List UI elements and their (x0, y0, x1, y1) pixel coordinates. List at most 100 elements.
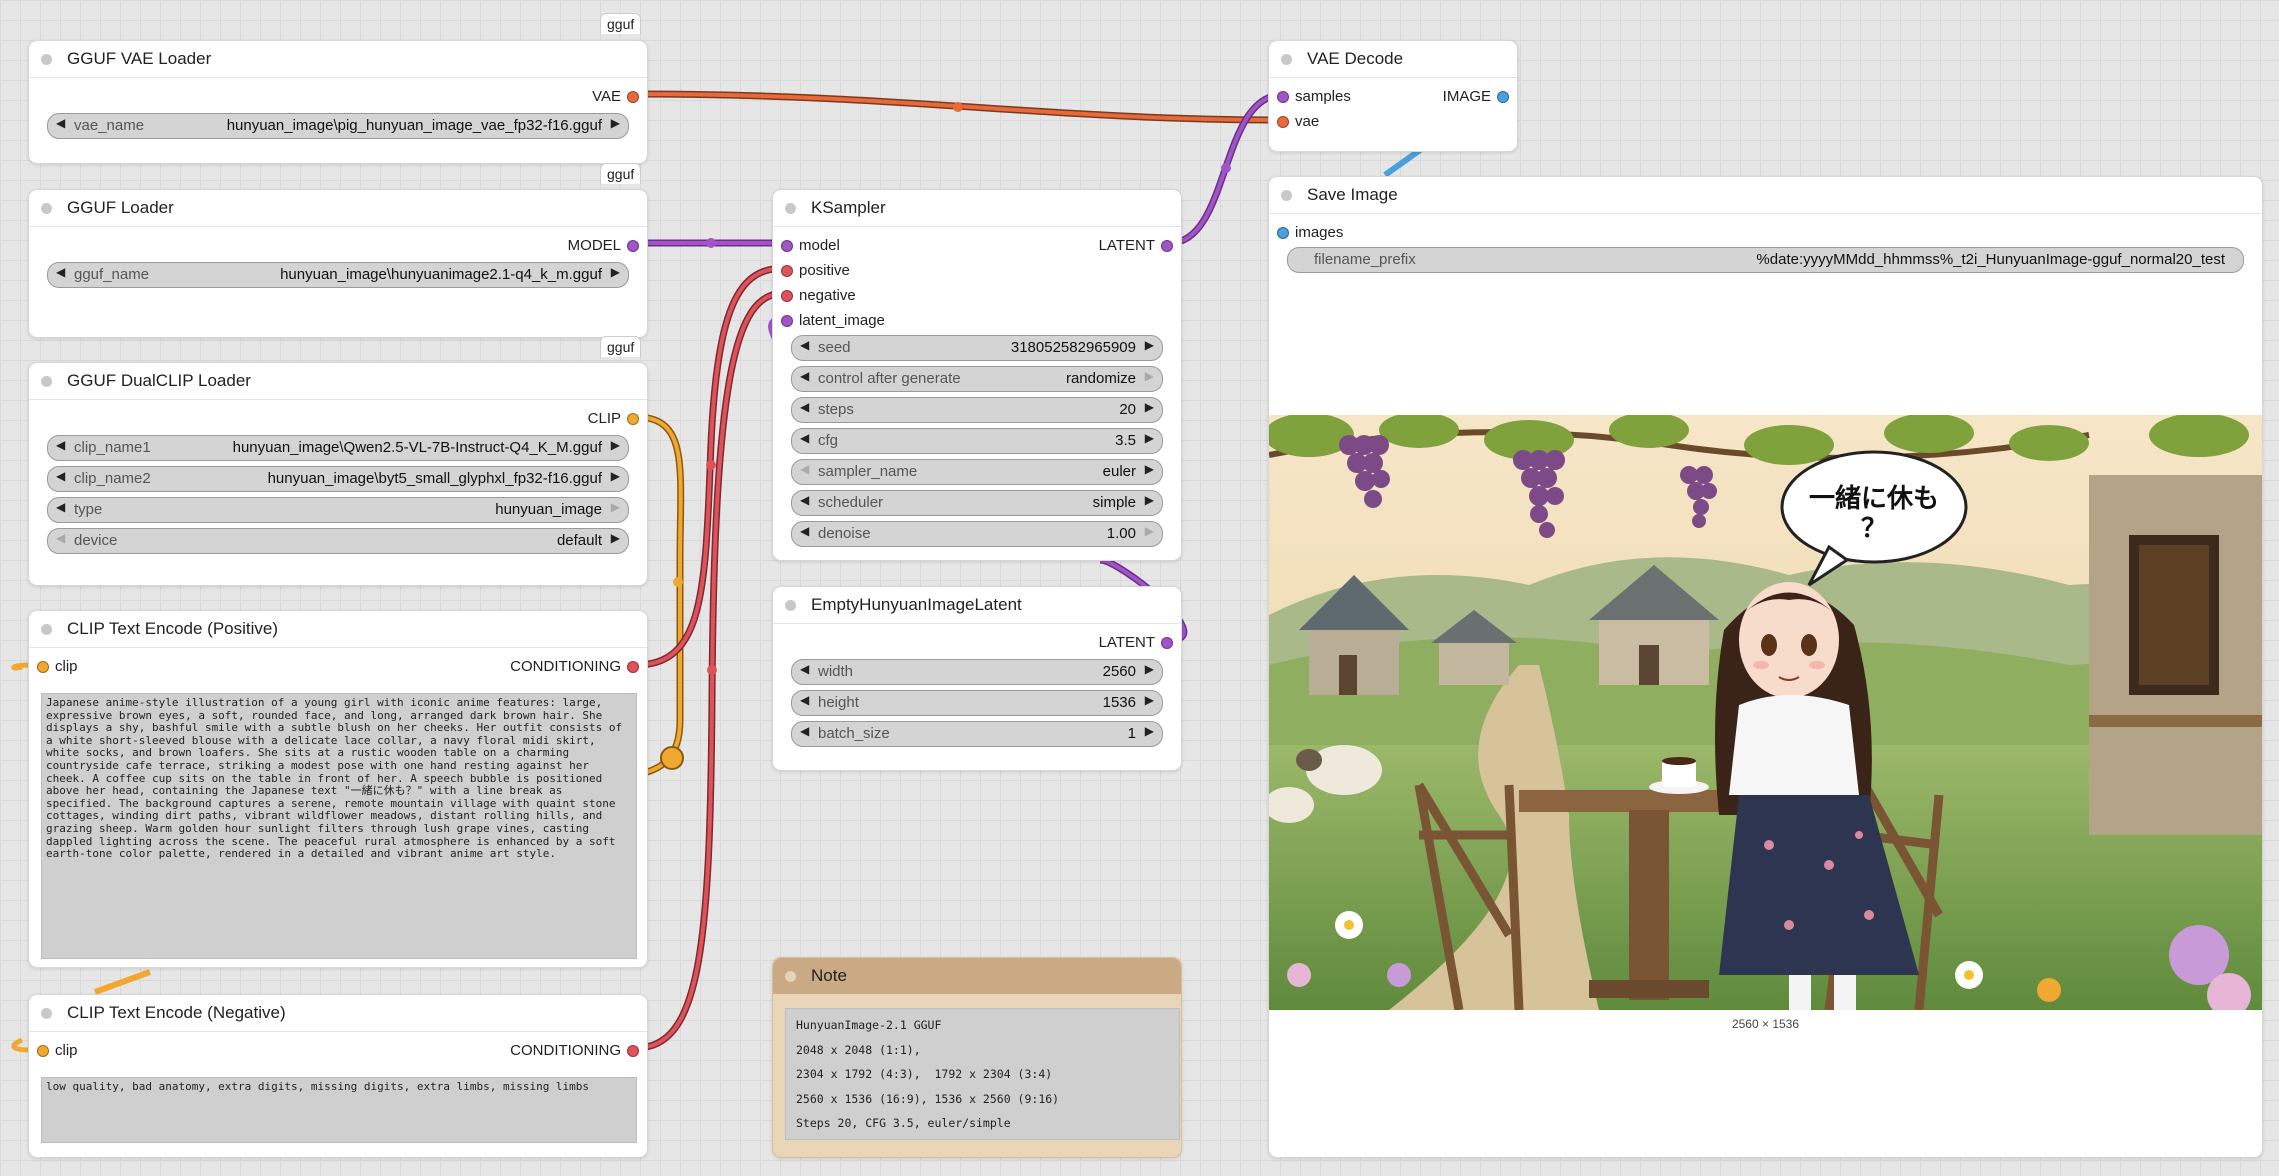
input-pin[interactable] (1277, 116, 1289, 128)
widget-cfg[interactable]: ◀ cfg 3.5 ▶ (791, 428, 1163, 454)
widget-vae-name[interactable]: ◀ vae_name hunyuan_image\pig_hunyuan_ima… (47, 113, 629, 139)
collapse-dot[interactable] (785, 971, 796, 982)
left-arrow-icon[interactable]: ◀ (800, 493, 809, 507)
collapse-dot[interactable] (41, 624, 52, 635)
widget-scheduler[interactable]: ◀ scheduler simple ▶ (791, 490, 1163, 516)
collapse-dot[interactable] (1281, 54, 1292, 65)
collapse-dot[interactable] (785, 600, 796, 611)
widget-height[interactable]: ◀ height 1536 ▶ (791, 690, 1163, 716)
right-arrow-icon[interactable]: ▶ (1145, 662, 1154, 676)
widget-filename-prefix[interactable]: filename_prefix %date:yyyyMMdd_hhmmss%_t… (1287, 247, 2244, 273)
right-arrow-icon[interactable]: ▶ (611, 531, 620, 545)
input-slot-images[interactable]: images (1269, 220, 2262, 245)
right-arrow-icon[interactable]: ▶ (611, 265, 620, 279)
node-title[interactable]: CLIP Text Encode (Negative) (29, 995, 647, 1032)
input-pin[interactable] (781, 290, 793, 302)
left-arrow-icon[interactable]: ◀ (56, 500, 65, 514)
gguf-vae-loader-node[interactable]: GGUF VAE Loader VAE ◀ vae_name hunyuan_i… (28, 40, 648, 164)
left-arrow-icon[interactable]: ◀ (800, 369, 809, 383)
output-slot-vae[interactable]: VAE (29, 84, 647, 109)
widget-sampler-name[interactable]: ◀ sampler_name euler ▶ (791, 459, 1163, 485)
right-arrow-icon[interactable]: ▶ (1145, 724, 1154, 738)
collapse-dot[interactable] (41, 203, 52, 214)
collapse-dot[interactable] (1281, 190, 1292, 201)
collapse-dot[interactable] (41, 54, 52, 65)
input-pin[interactable] (781, 265, 793, 277)
output-pin-conditioning[interactable] (627, 1045, 639, 1057)
widget-device[interactable]: ◀ device default ▶ (47, 528, 629, 554)
input-slot-vae[interactable]: vae (1269, 109, 1517, 134)
output-pin[interactable] (627, 413, 639, 425)
widget-seed[interactable]: ◀ seed 318052582965909 ▶ (791, 335, 1163, 361)
node-title[interactable]: EmptyHunyuanImageLatent (773, 587, 1181, 624)
right-arrow-icon[interactable]: ▶ (1145, 493, 1154, 507)
right-arrow-icon[interactable]: ▶ (1145, 693, 1154, 707)
widget-clip-name1[interactable]: ◀ clip_name1 hunyuan_image\Qwen2.5-VL-7B… (47, 435, 629, 461)
negative-prompt-textarea[interactable]: low quality, bad anatomy, extra digits, … (41, 1077, 637, 1143)
widget-width[interactable]: ◀ width 2560 ▶ (791, 659, 1163, 685)
node-title[interactable]: KSampler (773, 190, 1181, 227)
left-arrow-icon[interactable]: ◀ (56, 531, 65, 545)
gguf-dualclip-loader-node[interactable]: GGUF DualCLIP Loader CLIP ◀ clip_name1 h… (28, 362, 648, 586)
left-arrow-icon[interactable]: ◀ (800, 338, 809, 352)
input-pin[interactable] (1277, 91, 1289, 103)
positive-prompt-textarea[interactable]: Japanese anime-style illustration of a y… (41, 693, 637, 959)
input-pin-clip[interactable] (37, 661, 49, 673)
output-pin-conditioning[interactable] (627, 661, 639, 673)
widget-batch-size[interactable]: ◀ batch_size 1 ▶ (791, 721, 1163, 747)
widget-type[interactable]: ◀ type hunyuan_image ▶ (47, 497, 629, 523)
right-arrow-icon[interactable]: ▶ (611, 438, 620, 452)
input-slot-samples[interactable]: samples IMAGE (1269, 84, 1517, 109)
node-title[interactable]: Save Image (1269, 177, 2262, 214)
collapse-dot[interactable] (41, 1008, 52, 1019)
empty-hunyuan-image-latent-node[interactable]: EmptyHunyuanImageLatent LATENT ◀ width 2… (772, 586, 1182, 771)
left-arrow-icon[interactable]: ◀ (800, 431, 809, 445)
left-arrow-icon[interactable]: ◀ (800, 524, 809, 538)
input-slot-positive[interactable]: positive (773, 258, 1181, 283)
input-pin[interactable] (1277, 227, 1289, 239)
output-slot-latent[interactable]: LATENT (773, 630, 1181, 655)
ksampler-node[interactable]: KSampler model LATENT positive negative … (772, 189, 1182, 561)
output-pin[interactable] (1161, 637, 1173, 649)
right-arrow-icon[interactable]: ▶ (1145, 431, 1154, 445)
node-title[interactable]: CLIP Text Encode (Positive) (29, 611, 647, 648)
right-arrow-icon[interactable]: ▶ (1145, 524, 1154, 538)
clip-text-encode-positive-node[interactable]: CLIP Text Encode (Positive) clip CONDITI… (28, 610, 648, 968)
node-title[interactable]: VAE Decode (1269, 41, 1517, 78)
output-pin-image[interactable] (1497, 91, 1509, 103)
left-arrow-icon[interactable]: ◀ (56, 438, 65, 452)
node-title[interactable]: Note (773, 958, 1181, 994)
collapse-dot[interactable] (41, 376, 52, 387)
right-arrow-icon[interactable]: ▶ (1145, 462, 1154, 476)
right-arrow-icon[interactable]: ▶ (1145, 338, 1154, 352)
right-arrow-icon[interactable]: ▶ (611, 116, 620, 130)
slot-row[interactable]: clip CONDITIONING (29, 654, 647, 679)
generated-image-preview[interactable]: 一緒に休も ？ (1269, 415, 2262, 1010)
save-image-node[interactable]: Save Image images filename_prefix %date:… (1268, 176, 2263, 1158)
left-arrow-icon[interactable]: ◀ (800, 693, 809, 707)
output-pin[interactable] (627, 91, 639, 103)
right-arrow-icon[interactable]: ▶ (611, 500, 620, 514)
node-title[interactable]: GGUF VAE Loader (29, 41, 647, 78)
left-arrow-icon[interactable]: ◀ (800, 400, 809, 414)
vae-decode-node[interactable]: VAE Decode samples IMAGE vae (1268, 40, 1518, 152)
output-slot-clip[interactable]: CLIP (29, 406, 647, 431)
left-arrow-icon[interactable]: ◀ (800, 724, 809, 738)
widget-steps[interactable]: ◀ steps 20 ▶ (791, 397, 1163, 423)
input-slot-latent-image[interactable]: latent_image (773, 308, 1181, 333)
input-pin[interactable] (781, 240, 793, 252)
input-slot-negative[interactable]: negative (773, 283, 1181, 308)
node-title[interactable]: GGUF DualCLIP Loader (29, 363, 647, 400)
input-pin-clip[interactable] (37, 1045, 49, 1057)
clip-text-encode-negative-node[interactable]: CLIP Text Encode (Negative) clip CONDITI… (28, 994, 648, 1158)
left-arrow-icon[interactable]: ◀ (56, 265, 65, 279)
right-arrow-icon[interactable]: ▶ (1145, 400, 1154, 414)
gguf-loader-node[interactable]: GGUF Loader MODEL ◀ gguf_name hunyuan_im… (28, 189, 648, 338)
widget-denoise[interactable]: ◀ denoise 1.00 ▶ (791, 521, 1163, 547)
note-node[interactable]: Note HunyuanImage-2.1 GGUF 2048 x 2048 (1… (772, 957, 1182, 1158)
output-slot-model[interactable]: MODEL (29, 233, 647, 258)
slot-row[interactable]: clip CONDITIONING (29, 1038, 647, 1063)
input-pin[interactable] (781, 315, 793, 327)
right-arrow-icon[interactable]: ▶ (1145, 369, 1154, 383)
output-pin[interactable] (627, 240, 639, 252)
